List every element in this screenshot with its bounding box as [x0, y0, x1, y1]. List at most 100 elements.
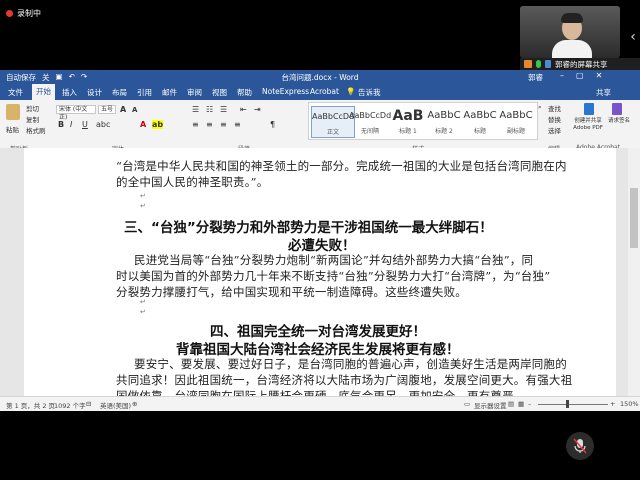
heading-3-line2: 必遭失败！ [288, 238, 356, 254]
style-no-spacing[interactable]: AaBbCcDd 无间隔 [349, 106, 391, 135]
paragraph-line: 共同追求！因此祖国统一，台湾经济将以大陆市场为广阔腹地，发展空间更大。有强大祖 [116, 373, 573, 387]
decrease-indent-icon[interactable]: ⇤ [240, 105, 247, 114]
tab-layout[interactable]: 布局 [112, 87, 127, 98]
heading-4-line2: 背靠祖国大陆台湾社会经济民生发展将更有感！ [176, 342, 460, 358]
request-signature-icon[interactable] [612, 103, 622, 115]
underline-button[interactable]: U [82, 120, 88, 129]
document-page[interactable]: “台湾是中华人民共和国的神圣领土的一部分。完成统一祖国的大业是包括台湾同胞在内 … [24, 148, 616, 403]
tab-review[interactable]: 审阅 [187, 87, 202, 98]
page-count[interactable]: 第 1 页，共 2 页 [6, 400, 55, 410]
zoom-out-icon[interactable]: – [528, 400, 531, 408]
ribbon-tabs: 文件 开始 插入 设计 布局 引用 邮件 审阅 视图 帮助 NoteExpres… [0, 84, 640, 100]
numbering-icon[interactable]: ☷ [206, 105, 213, 114]
tab-home[interactable]: 开始 [32, 84, 55, 100]
print-layout-icon[interactable]: ▦ [518, 400, 524, 408]
format-painter-button[interactable]: 格式刷 [26, 125, 46, 135]
tab-mailings[interactable]: 邮件 [162, 87, 177, 98]
tell-me-icon[interactable]: 💡 [346, 87, 355, 96]
replace-button[interactable]: 替换 [548, 114, 561, 124]
tab-help[interactable]: 帮助 [237, 87, 252, 98]
multilevel-list-icon[interactable]: ☰ [220, 105, 227, 114]
align-center-icon[interactable]: ≡ [206, 120, 213, 129]
bold-button[interactable]: B [58, 120, 64, 129]
cut-button[interactable]: 剪切 [26, 103, 39, 113]
style-sample: AaBbC [499, 110, 533, 121]
ribbon-home: 粘贴 剪切 复制 格式刷 剪贴板 宋体 (中文正) 五号 A A B I U a… [0, 100, 640, 153]
align-right-icon[interactable]: ≡ [220, 120, 227, 129]
paragraph-mark: ↵ [140, 308, 146, 316]
zoom-in-icon[interactable]: + [610, 400, 615, 408]
font-color-icon[interactable]: A [140, 120, 146, 129]
style-sample: AaBbCcDd [349, 111, 392, 120]
justify-icon[interactable]: ≡ [234, 120, 241, 129]
language[interactable]: 英语(美国) [100, 400, 131, 410]
show-marks-icon[interactable]: ¶ [270, 120, 275, 129]
tab-file[interactable]: 文件 [8, 87, 23, 98]
find-icon[interactable]: ⌕ [538, 103, 542, 112]
tab-view[interactable]: 视图 [212, 87, 227, 98]
align-left-icon[interactable]: ≡ [192, 120, 199, 129]
tell-me-box[interactable]: 告诉我 [358, 87, 381, 98]
record-dot-icon [6, 10, 13, 17]
paste-icon[interactable] [6, 104, 20, 120]
close-icon[interactable]: ✕ [596, 71, 603, 80]
style-name: 正文 [326, 129, 339, 136]
tab-design[interactable]: 设计 [87, 87, 102, 98]
maximize-icon[interactable]: ▢ [576, 71, 584, 80]
paragraph-line: 时以美国为首的外部势力几十年来不断支持“台独”分裂势力大打“台湾牌”，为“台独” [116, 269, 551, 283]
minimize-icon[interactable]: – [560, 71, 564, 80]
strikethrough-icon[interactable]: abc [96, 120, 110, 129]
style-name: 无间隔 [360, 128, 379, 135]
accessibility-icon[interactable]: ⊕ [132, 400, 137, 408]
mute-microphone-button[interactable] [566, 432, 594, 460]
text-line: 的全中国人民的神圣职责。”。 [116, 175, 269, 189]
font-name-box[interactable]: 宋体 (中文正) [56, 105, 96, 121]
select-button[interactable]: 选择 [548, 125, 561, 135]
style-subtitle[interactable]: AaBbC 副标题 [495, 106, 537, 135]
grow-font-icon[interactable]: A [120, 105, 126, 114]
presenter-bar: 郭睿的屏幕共享 [520, 58, 640, 70]
collapse-panel-icon[interactable]: ‹ [627, 26, 639, 48]
paste-button[interactable]: 粘贴 [6, 124, 19, 134]
title-bar: 自动保存 关 ▣ ↶ ↷ 台湾问题.docx - Word 郭睿 – ▢ ✕ [0, 70, 640, 84]
status-bar: 第 1 页，共 2 页 1092 个字 ⊟ 英语(美国) ⊕ ▭ 显示器设置 ▤… [0, 396, 640, 411]
vertical-scrollbar[interactable] [628, 148, 640, 396]
recording-indicator[interactable]: 录制中 [6, 8, 41, 19]
highlight-icon[interactable]: ab [152, 120, 164, 129]
read-mode-icon[interactable]: ▤ [508, 400, 514, 408]
presenter-label: 郭睿的屏幕共享 [555, 59, 608, 69]
tab-references[interactable]: 引用 [137, 87, 152, 98]
share-button[interactable]: 共享 [596, 87, 611, 98]
paragraph-line: 分裂势力撑腰打气，给中国实现和平统一制造障碍。这些终遭失败。 [116, 285, 467, 299]
style-sample: AaBbCcDd [312, 112, 355, 121]
create-share-pdf-button[interactable]: 创建并共享 Adobe PDF [568, 118, 608, 132]
window-controls: – ▢ ✕ [560, 71, 602, 80]
presenter-icon [524, 60, 532, 68]
zoom-level[interactable]: 150% [620, 400, 639, 408]
request-signature-button[interactable]: 请求签名 [608, 118, 630, 125]
zoom-slider[interactable] [538, 404, 608, 405]
copy-button[interactable]: 复制 [26, 114, 39, 124]
shrink-font-icon[interactable]: A [132, 106, 137, 114]
window-title: 台湾问题.docx - Word [281, 73, 359, 82]
tab-insert[interactable]: 插入 [62, 87, 77, 98]
find-button[interactable]: 查找 [548, 103, 561, 113]
muted-mic-icon [573, 438, 587, 454]
style-name: 副标题 [506, 128, 525, 135]
text-line: “台湾是中华人民共和国的神圣领土的一部分。完成统一祖国的大业是包括台湾同胞在内 [116, 159, 567, 173]
paragraph-mark: ↵ [140, 202, 146, 210]
bullets-icon[interactable]: ☰ [192, 105, 199, 114]
display-settings-icon[interactable]: ▭ [464, 400, 470, 408]
font-size-box[interactable]: 五号 [98, 105, 116, 114]
scrollbar-thumb[interactable] [630, 188, 638, 248]
create-pdf-icon[interactable] [584, 103, 594, 115]
tab-noteexpress[interactable]: NoteExpress [262, 87, 309, 96]
user-name[interactable]: 郭睿 [528, 72, 543, 83]
zoom-slider-thumb[interactable] [566, 400, 569, 408]
display-settings[interactable]: 显示器设置 [474, 400, 507, 410]
italic-button[interactable]: I [70, 120, 72, 129]
increase-indent-icon[interactable]: ⇥ [254, 105, 261, 114]
proofing-icon[interactable]: ⊟ [86, 400, 91, 408]
word-count[interactable]: 1092 个字 [54, 400, 86, 410]
tab-acrobat[interactable]: Acrobat [310, 87, 339, 96]
